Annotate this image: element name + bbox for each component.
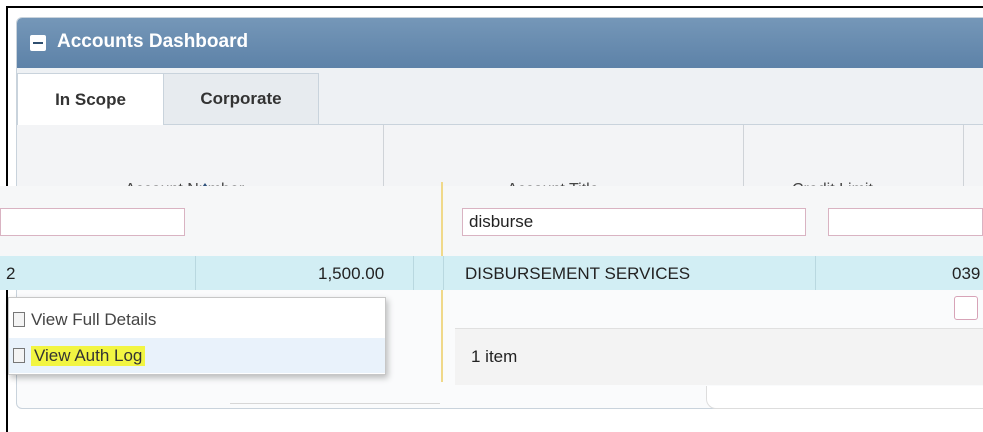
details-icon [13, 312, 25, 327]
menu-item-view-full-details[interactable]: View Full Details [9, 302, 385, 337]
edit-icon[interactable] [954, 296, 978, 320]
tab-bar: In Scope Corporate [17, 68, 983, 125]
context-menu: View Full Details View Auth Log [8, 297, 386, 375]
tab-corporate[interactable]: Corporate [163, 73, 319, 124]
tab-in-scope[interactable]: In Scope [17, 73, 164, 125]
filter-input-account-title[interactable] [462, 208, 806, 236]
cell-account-id: 039 [952, 264, 981, 283]
log-icon [13, 348, 25, 363]
menu-item-view-auth-log[interactable]: View Auth Log [9, 338, 385, 373]
panel-titlebar: Accounts Dashboard [17, 18, 983, 68]
cell-credit-limit: 1,500.00 [318, 264, 385, 283]
table-row[interactable]: 2 1,500.00 DISBURSEMENT SERVICES 039 [0, 256, 983, 290]
grid-header: Account Number Account Title Credit Limi… [17, 125, 983, 195]
item-count: 1 item [471, 347, 518, 366]
divider [230, 395, 440, 404]
collapse-icon[interactable] [30, 35, 46, 51]
filter-input-account-number[interactable] [0, 208, 185, 236]
cell-account-title: DISBURSEMENT SERVICES [465, 264, 691, 283]
filter-input-credit-limit[interactable] [828, 208, 983, 236]
grid-footer: 1 item [455, 328, 983, 385]
adjacent-panel-edge [706, 386, 983, 409]
filter-row [0, 186, 983, 256]
panel-title: Accounts Dashboard [57, 31, 249, 52]
grid-body: 2 1,500.00 DISBURSEMENT SERVICES 039 Vie… [0, 182, 983, 386]
cell-account-number: 2 [6, 264, 16, 283]
